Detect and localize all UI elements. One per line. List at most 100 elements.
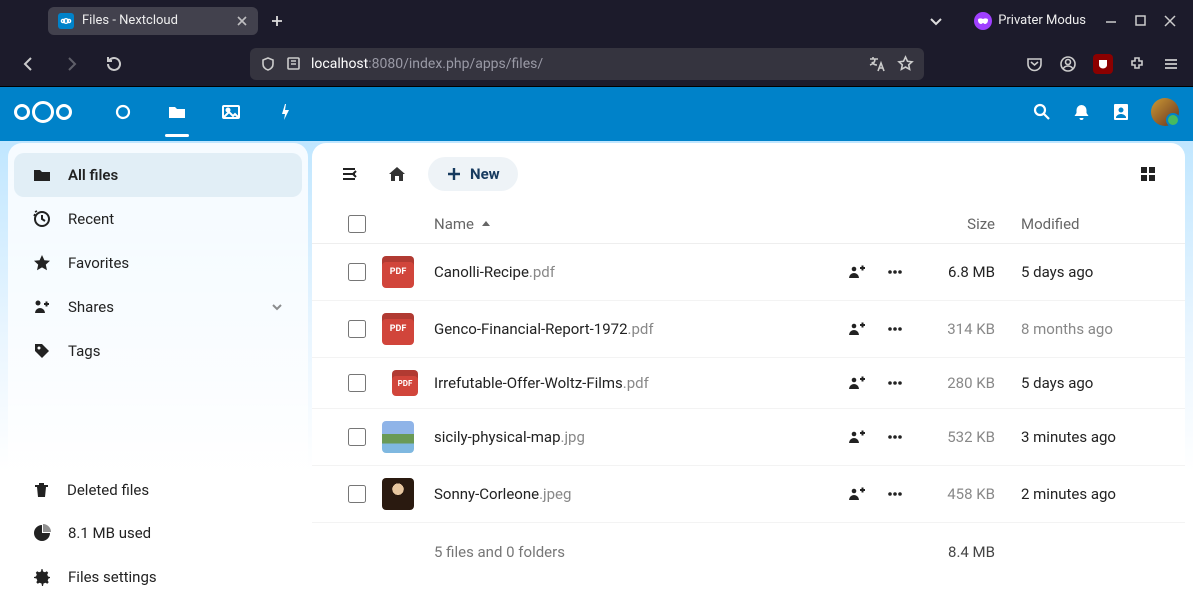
address-bar[interactable]: localhost:8080/index.php/apps/files/ — [250, 48, 924, 80]
file-name: Sonny-Corleone.jpeg — [434, 485, 571, 503]
minimize-icon[interactable] — [1104, 14, 1118, 28]
sidebar-item-label: Tags — [68, 342, 100, 360]
user-avatar[interactable] — [1151, 98, 1179, 126]
row-checkbox[interactable] — [348, 320, 366, 338]
tabs-dropdown-icon[interactable] — [928, 13, 944, 29]
new-button[interactable]: New — [428, 157, 518, 191]
file-name: sicily-physical-map.jpg — [434, 428, 585, 446]
forward-button — [56, 49, 86, 79]
sidebar-item-deleted-files[interactable]: Deleted files — [14, 468, 302, 511]
dashboard-app-icon[interactable] — [108, 94, 138, 130]
nextcloud-logo[interactable] — [14, 101, 72, 123]
reload-button[interactable] — [98, 49, 128, 79]
app-menu-icon[interactable] — [1163, 56, 1179, 72]
file-name: Irrefutable-Offer-Woltz-Films.pdf — [434, 374, 649, 392]
close-window-icon[interactable] — [1163, 14, 1177, 28]
account-icon[interactable] — [1059, 55, 1077, 73]
notifications-icon[interactable] — [1072, 103, 1091, 122]
browser-tab-bar: Files - Nextcloud Privater Modus — [0, 0, 1193, 41]
sidebar-item-label: Recent — [68, 210, 114, 228]
sidebar-item-files-settings[interactable]: Files settings — [14, 555, 302, 599]
window-controls — [1104, 14, 1177, 28]
page-info-icon[interactable] — [286, 56, 301, 71]
file-row[interactable]: PDF Genco-Financial-Report-1972.pdf 314 … — [312, 301, 1185, 358]
column-size-header[interactable]: Size — [905, 215, 995, 233]
file-size: 280 KB — [905, 374, 995, 392]
star-icon — [32, 253, 52, 273]
nextcloud-favicon — [58, 13, 74, 29]
sidebar-item-recent[interactable]: Recent — [14, 197, 302, 241]
column-modified-header[interactable]: Modified — [995, 215, 1165, 233]
file-row[interactable]: Sonny-Corleone.jpeg 458 KB 2 minutes ago — [312, 466, 1185, 523]
sidebar-item-shares[interactable]: Shares — [14, 285, 302, 329]
file-modified: 3 minutes ago — [995, 428, 1165, 446]
table-header: Name Size Modified — [312, 205, 1185, 244]
sidebar-item-label: Deleted files — [67, 481, 149, 499]
view-toggle-button[interactable] — [1131, 157, 1165, 191]
clock-icon — [32, 209, 52, 229]
toggle-sidebar-button[interactable] — [332, 157, 366, 191]
url-text: localhost:8080/index.php/apps/files/ — [311, 56, 543, 72]
row-checkbox[interactable] — [348, 374, 366, 392]
more-button[interactable] — [885, 484, 905, 504]
back-button[interactable] — [14, 49, 44, 79]
select-all-checkbox[interactable] — [348, 215, 366, 233]
extensions-icon[interactable] — [1129, 55, 1147, 73]
file-row[interactable]: PDF Irrefutable-Offer-Woltz-Films.pdf 28… — [312, 358, 1185, 409]
file-row[interactable]: PDF Canolli-Recipe.pdf 6.8 MB 5 days ago — [312, 244, 1185, 301]
files-sidebar: All files Recent Favorites Shares Tags D… — [8, 143, 308, 609]
image-thumb — [382, 478, 414, 510]
new-tab-button[interactable] — [270, 14, 284, 28]
sidebar-item-all-files[interactable]: All files — [14, 153, 302, 197]
sidebar-item-label: 8.1 MB used — [68, 524, 151, 542]
share-button[interactable] — [847, 484, 867, 504]
sidebar-item-tags[interactable]: Tags — [14, 329, 302, 373]
more-button[interactable] — [885, 427, 905, 447]
file-name: Canolli-Recipe.pdf — [434, 263, 555, 281]
translate-icon[interactable] — [867, 55, 885, 73]
share-icon — [32, 297, 52, 317]
home-button[interactable] — [380, 157, 414, 191]
column-name-header[interactable]: Name — [428, 215, 785, 233]
ublock-icon[interactable] — [1093, 54, 1113, 74]
pocket-icon[interactable] — [1026, 55, 1043, 72]
photos-app-icon[interactable] — [216, 94, 246, 130]
more-button[interactable] — [885, 262, 905, 282]
pdf-thumb-icon: PDF — [392, 370, 418, 396]
search-icon[interactable] — [1032, 102, 1052, 122]
browser-tab[interactable]: Files - Nextcloud — [48, 7, 258, 35]
contacts-icon[interactable] — [1111, 102, 1131, 122]
files-main: New Name Size Modified PDF Canolli-Recip… — [312, 143, 1185, 609]
new-button-label: New — [470, 165, 500, 183]
trash-icon — [32, 480, 51, 499]
sidebar-item-8-1-mb-used[interactable]: 8.1 MB used — [14, 511, 302, 555]
row-checkbox[interactable] — [348, 485, 366, 503]
row-checkbox[interactable] — [348, 428, 366, 446]
bookmark-icon[interactable] — [897, 55, 914, 73]
file-size: 6.8 MB — [905, 263, 995, 281]
maximize-icon[interactable] — [1134, 14, 1147, 28]
share-button[interactable] — [847, 262, 867, 282]
shield-icon[interactable] — [260, 56, 276, 72]
files-toolbar: New — [312, 143, 1185, 205]
sort-asc-icon — [480, 218, 492, 230]
mask-icon — [974, 12, 992, 30]
more-button[interactable] — [885, 373, 905, 393]
gear-icon — [32, 567, 52, 587]
share-button[interactable] — [847, 427, 867, 447]
share-button[interactable] — [847, 319, 867, 339]
file-name: Genco-Financial-Report-1972.pdf — [434, 320, 654, 338]
file-size: 532 KB — [905, 428, 995, 446]
row-checkbox[interactable] — [348, 263, 366, 281]
file-modified: 8 months ago — [995, 320, 1165, 338]
private-mode-label: Privater Modus — [998, 13, 1086, 28]
files-app-icon[interactable] — [162, 94, 192, 130]
close-tab-icon[interactable] — [236, 15, 248, 27]
pdf-thumb-icon: PDF — [382, 313, 414, 345]
share-button[interactable] — [847, 373, 867, 393]
sidebar-item-favorites[interactable]: Favorites — [14, 241, 302, 285]
tag-icon — [32, 341, 52, 361]
more-button[interactable] — [885, 319, 905, 339]
activity-app-icon[interactable] — [270, 94, 300, 130]
file-row[interactable]: sicily-physical-map.jpg 532 KB 3 minutes… — [312, 409, 1185, 466]
